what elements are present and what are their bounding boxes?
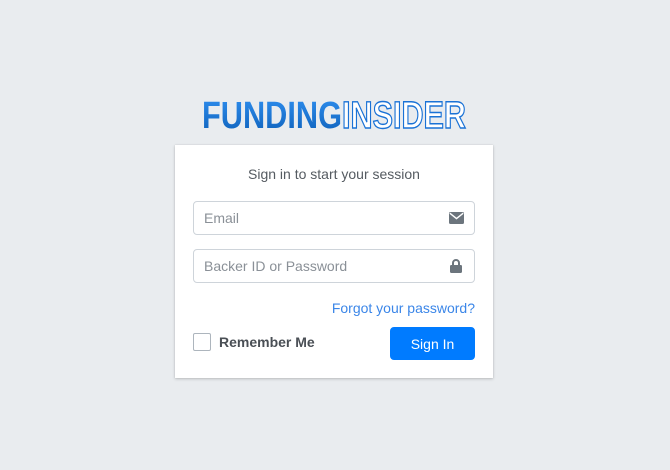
remember-me[interactable]: Remember Me bbox=[193, 332, 315, 352]
login-card: Sign in to start your session Forgot you… bbox=[175, 145, 493, 378]
password-input[interactable] bbox=[204, 250, 440, 282]
remember-me-checkbox[interactable] bbox=[193, 333, 211, 351]
logo-text-insider: INSIDER bbox=[342, 95, 466, 136]
sign-in-button[interactable]: Sign In bbox=[390, 327, 475, 360]
email-input[interactable] bbox=[204, 202, 440, 234]
password-field[interactable] bbox=[193, 249, 475, 283]
forgot-password-link[interactable]: Forgot your password? bbox=[332, 300, 475, 316]
brand-logo: FUNDING INSIDER bbox=[0, 94, 670, 136]
logo-text-funding: FUNDING bbox=[202, 95, 342, 136]
logo-wordmark: FUNDING INSIDER bbox=[202, 94, 467, 136]
email-field[interactable] bbox=[193, 201, 475, 235]
remember-me-label[interactable]: Remember Me bbox=[219, 334, 315, 350]
lock-icon bbox=[448, 250, 464, 282]
envelope-icon bbox=[448, 202, 464, 234]
login-message: Sign in to start your session bbox=[248, 166, 420, 182]
